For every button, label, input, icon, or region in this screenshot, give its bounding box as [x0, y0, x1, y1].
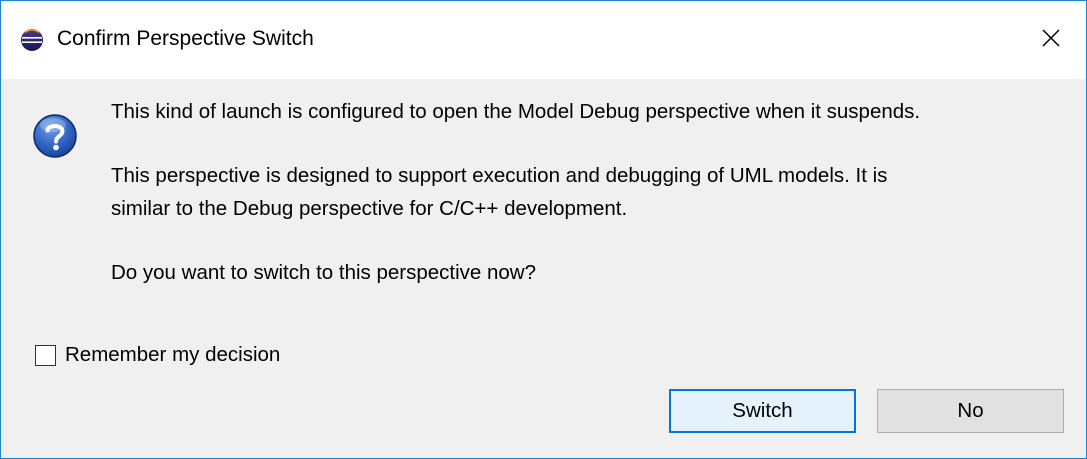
close-icon	[1041, 28, 1061, 53]
remember-decision-label[interactable]: Remember my decision	[65, 343, 280, 367]
message-line-1: This kind of launch is configured to ope…	[111, 100, 921, 123]
window-title: Confirm Perspective Switch	[57, 27, 314, 50]
switch-button[interactable]: Switch	[669, 389, 856, 433]
message-line-3: similar to the Debug perspective for C/C…	[111, 197, 628, 220]
title-bar[interactable]: Confirm Perspective Switch	[1, 1, 1086, 79]
confirm-perspective-dialog: Confirm Perspective Switch This kind of …	[0, 0, 1087, 459]
remember-decision-option[interactable]: Remember my decision	[35, 343, 280, 367]
close-button[interactable]	[1016, 1, 1086, 79]
dialog-body: This kind of launch is configured to ope…	[1, 79, 1086, 458]
message-line-4: Do you want to switch to this perspectiv…	[111, 261, 537, 284]
question-icon	[32, 113, 78, 159]
remember-decision-checkbox[interactable]	[35, 344, 56, 366]
eclipse-icon	[20, 28, 44, 52]
no-button[interactable]: No	[877, 389, 1064, 433]
message-line-2: This perspective is designed to support …	[111, 164, 888, 187]
